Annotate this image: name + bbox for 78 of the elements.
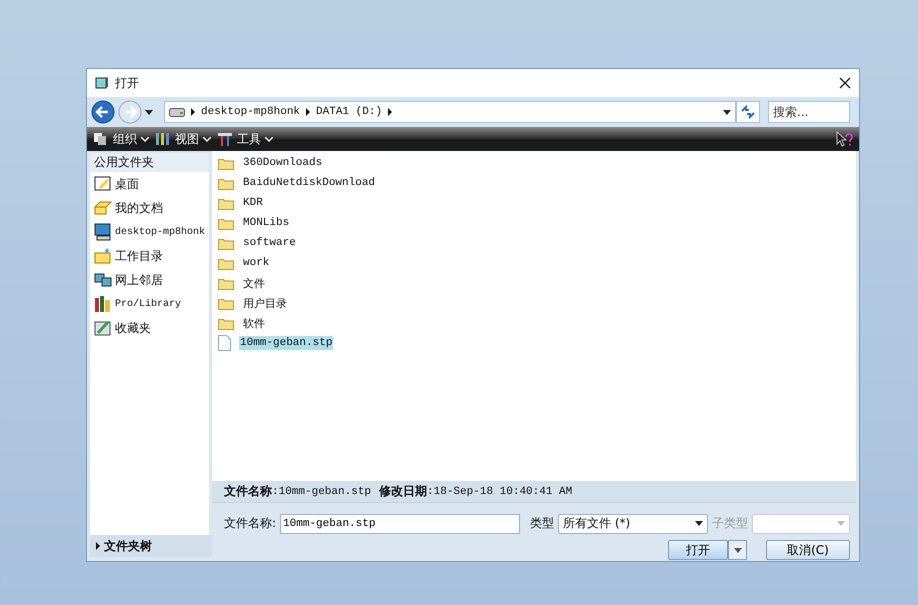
refresh-button[interactable]: [736, 101, 760, 123]
file-item[interactable]: 360Downloads: [242, 156, 324, 170]
type-dropdown[interactable]: 所有文件 (*): [558, 514, 708, 534]
info-label: 修改日期: [379, 483, 428, 500]
sidebar-header: 公用文件夹: [90, 153, 209, 172]
file-item[interactable]: BaiduNetdiskDownload: [242, 176, 376, 190]
sidebar-item[interactable]: 桌面: [90, 172, 209, 196]
folder-icon: [218, 256, 234, 270]
folder-icon: [218, 236, 234, 250]
chevron-icon[interactable]: [191, 108, 195, 116]
sidebar-item[interactable]: 我的文档: [90, 196, 209, 220]
file-item[interactable]: KDR: [242, 196, 264, 210]
caret-icon: [695, 521, 704, 526]
dropdown-icon[interactable]: [723, 110, 731, 114]
path-segment[interactable]: DATA1 (D:): [316, 106, 382, 118]
computer-icon: [94, 223, 112, 241]
file-icon: [218, 335, 231, 351]
help-icon[interactable]: [835, 131, 853, 147]
open-options-button[interactable]: [728, 540, 747, 560]
search-field[interactable]: 搜索...: [768, 101, 850, 123]
folder-icon: [218, 216, 234, 230]
tools-icon: [217, 132, 233, 146]
sidebar-item[interactable]: Pro/Library: [90, 292, 209, 316]
info-label: 文件名称: [224, 483, 272, 500]
cancel-button[interactable]: 取消(C): [766, 540, 850, 560]
back-icon[interactable]: [91, 100, 115, 124]
field-label: 文件名称:: [224, 515, 276, 532]
toolbar-menu-button[interactable]: 组织: [93, 130, 149, 148]
dropdown-icon[interactable]: [145, 110, 153, 114]
folder-tree-toggle[interactable]: 文件夹树: [90, 535, 212, 557]
caret-icon: [203, 136, 211, 142]
chevron-icon[interactable]: [388, 108, 392, 116]
filename-field[interactable]: 10mm-geban.stp: [280, 514, 520, 534]
chevron-icon: [96, 542, 100, 550]
refresh-icon: [740, 105, 756, 119]
sidebar-item[interactable]: desktop-mp8honk: [90, 220, 209, 244]
network-icon: [94, 271, 112, 289]
folder-icon: [218, 276, 234, 290]
caret-icon: [734, 548, 742, 553]
folder-icon: [218, 156, 234, 170]
file-item[interactable]: 10mm-geban.stp: [239, 336, 334, 350]
toolbar-menu-button[interactable]: 工具: [217, 130, 273, 148]
window-icon: [95, 76, 109, 90]
folder-icon: [94, 199, 112, 217]
folder-icon: [218, 316, 234, 330]
caret-icon: [141, 136, 149, 142]
address-bar[interactable]: desktop-mp8honk DATA1 (D:): [164, 101, 736, 123]
folder-icon: [218, 196, 234, 210]
info-value: :10mm-geban.stp: [272, 486, 372, 498]
favorites-icon: [94, 319, 112, 337]
chevron-icon[interactable]: [306, 108, 310, 116]
close-icon[interactable]: [839, 77, 851, 89]
caret-icon: [837, 521, 846, 526]
sidebar-item[interactable]: 工作目录: [90, 244, 209, 268]
pages-icon: [93, 132, 109, 146]
desktop-icon: [94, 175, 112, 193]
caret-icon: [265, 136, 273, 142]
folder-icon: [218, 176, 234, 190]
folder-icon: [218, 296, 234, 310]
file-item[interactable]: MONLibs: [242, 216, 290, 230]
books-icon: [94, 295, 112, 313]
folder-icon: [94, 247, 112, 265]
columns-icon: [155, 132, 171, 146]
info-value: :18-Sep-18 10:40:41 AM: [427, 486, 572, 498]
open-button[interactable]: 打开: [668, 540, 728, 560]
field-label: 子类型: [712, 515, 748, 532]
drive-icon: [169, 108, 185, 116]
field-label: 类型: [530, 515, 554, 532]
window-title: 打开: [115, 74, 139, 92]
file-item[interactable]: software: [242, 236, 297, 250]
sidebar-item[interactable]: 网上邻居: [90, 268, 209, 292]
file-item[interactable]: 软件: [242, 314, 266, 332]
sidebar-item[interactable]: 收藏夹: [90, 316, 209, 340]
file-item[interactable]: 用户目录: [242, 294, 288, 312]
toolbar-menu-button[interactable]: 视图: [155, 130, 211, 148]
path-segment[interactable]: desktop-mp8honk: [201, 106, 300, 118]
file-item[interactable]: 文件: [242, 274, 266, 292]
file-item[interactable]: work: [242, 256, 270, 270]
